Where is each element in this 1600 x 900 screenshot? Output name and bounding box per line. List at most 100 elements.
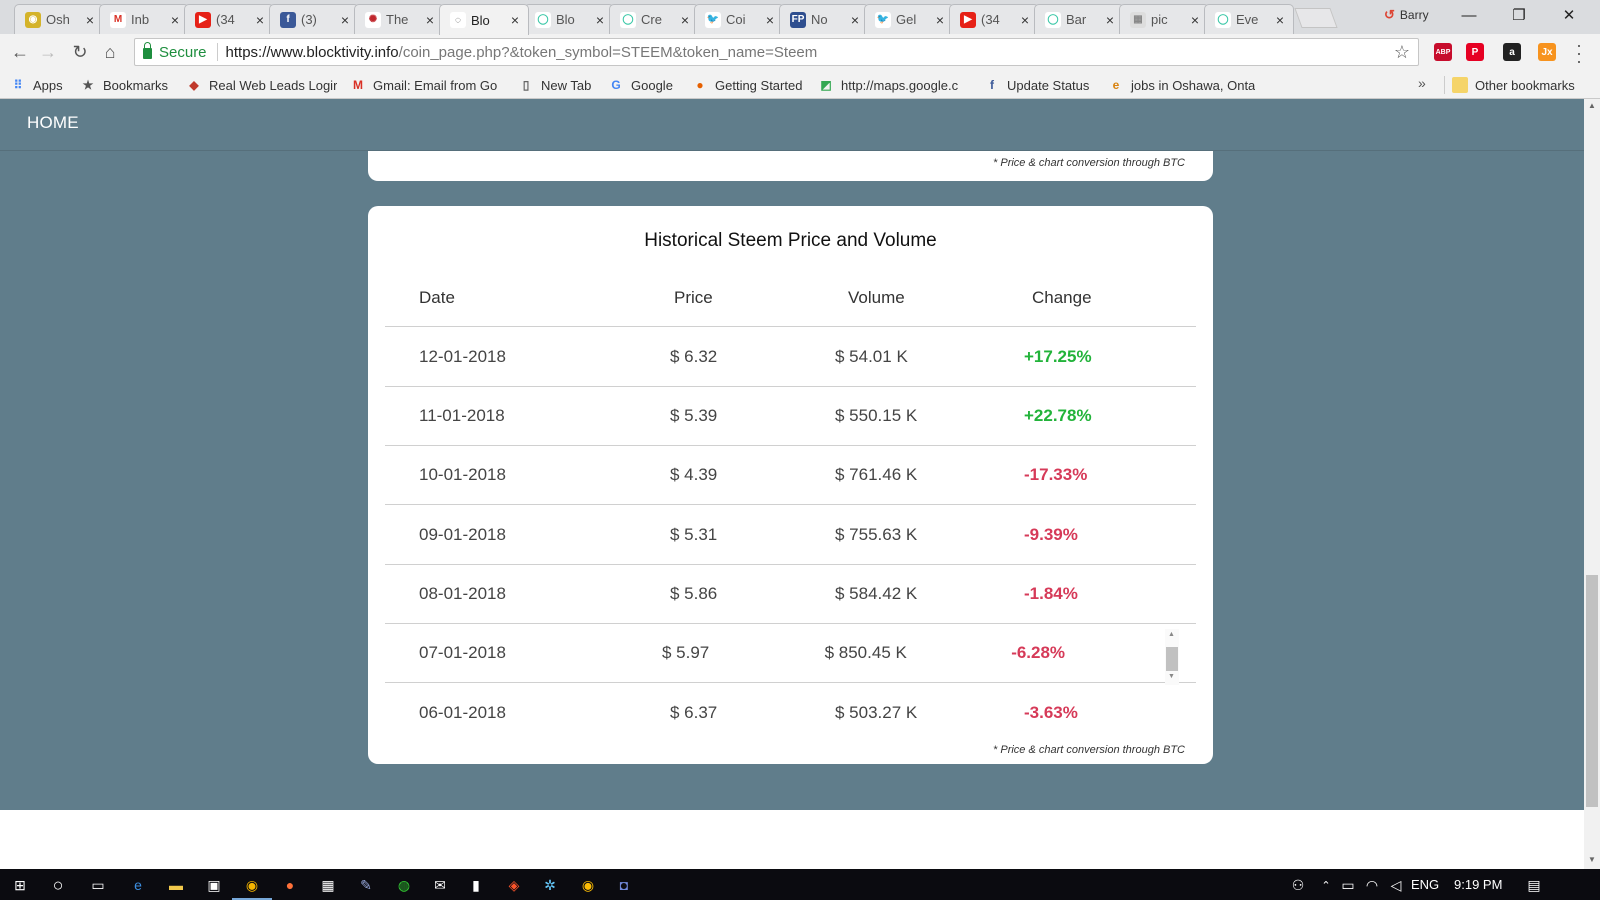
tab-title: Bar bbox=[1066, 12, 1087, 27]
browser-tab[interactable]: ▶ (34 × bbox=[184, 4, 274, 34]
bookmark-item[interactable]: ▯ New Tab bbox=[518, 75, 592, 95]
paint-icon[interactable]: ✎ bbox=[356, 875, 376, 895]
tab-favicon-icon: ✺ bbox=[365, 11, 381, 28]
system-clock[interactable]: 9:19 PM bbox=[1454, 877, 1502, 892]
reload-icon[interactable]: ↻ bbox=[68, 40, 92, 64]
file-explorer-icon[interactable]: ▬ bbox=[166, 875, 186, 895]
forward-icon[interactable]: → bbox=[36, 40, 60, 64]
back-icon[interactable]: ← bbox=[8, 40, 32, 64]
device-icon[interactable]: ▮ bbox=[466, 875, 486, 895]
bookmark-item[interactable]: ● Getting Started bbox=[692, 75, 802, 95]
tab-close-icon[interactable]: × bbox=[253, 12, 267, 28]
windows-start-icon[interactable]: ⊞ bbox=[10, 875, 30, 895]
page-scroll-down-icon[interactable]: ▼ bbox=[1588, 855, 1596, 864]
tab-close-icon[interactable]: × bbox=[1273, 12, 1287, 28]
browser-tab[interactable]: ◯ Bar × bbox=[1034, 4, 1124, 34]
browser-tab[interactable]: ◯ Blo × bbox=[524, 4, 614, 34]
table-scrollbar[interactable]: ▲ ▼ bbox=[1165, 629, 1179, 685]
page-scrollbar[interactable]: ▲ ▼ bbox=[1584, 99, 1600, 869]
browser-tab[interactable]: ◯ Eve × bbox=[1204, 4, 1294, 34]
browser-tab[interactable]: f (3) × bbox=[269, 4, 359, 34]
new-tab-button[interactable] bbox=[1294, 8, 1338, 28]
wifi-icon[interactable]: ◠ bbox=[1362, 875, 1382, 895]
scroll-down-icon[interactable]: ▼ bbox=[1168, 673, 1175, 680]
tab-close-icon[interactable]: × bbox=[678, 12, 692, 28]
bookmark-star-icon[interactable]: ☆ bbox=[1394, 42, 1410, 63]
amazon-icon[interactable]: a bbox=[1503, 43, 1521, 61]
tab-close-icon[interactable]: × bbox=[933, 12, 947, 28]
task-view-icon[interactable]: ▭ bbox=[88, 875, 108, 895]
tab-close-icon[interactable]: × bbox=[1018, 12, 1032, 28]
mail-icon[interactable]: ✉ bbox=[430, 875, 450, 895]
bookmark-item[interactable]: M Gmail: Email from Go bbox=[350, 75, 497, 95]
bookmark-item[interactable]: e jobs in Oshawa, Onta bbox=[1108, 75, 1256, 95]
table-row: 08-01-2018 $ 5.86 $ 584.42 K -1.84% bbox=[385, 564, 1196, 624]
bookmark-item[interactable]: ⠿ Apps bbox=[10, 75, 63, 95]
tab-close-icon[interactable]: × bbox=[83, 12, 97, 28]
bookmark-item[interactable]: ★ Bookmarks bbox=[80, 75, 168, 95]
tab-close-icon[interactable]: × bbox=[338, 12, 352, 28]
browser-tab[interactable]: FP No × bbox=[779, 4, 869, 34]
tab-close-icon[interactable]: × bbox=[508, 12, 522, 28]
brave-icon[interactable]: ◈ bbox=[504, 875, 524, 895]
browser-tab[interactable]: ◉ Osh × bbox=[14, 4, 104, 34]
calculator-icon[interactable]: ▦ bbox=[318, 875, 338, 895]
page-scroll-up-icon[interactable]: ▲ bbox=[1588, 101, 1596, 110]
bookmark-item[interactable]: f Update Status bbox=[984, 75, 1089, 95]
volume-icon[interactable]: ◁ bbox=[1386, 875, 1406, 895]
browser-tab[interactable]: M Inb × bbox=[99, 4, 189, 34]
history-title: Historical Steem Price and Volume bbox=[644, 230, 937, 251]
tray-chevron-icon[interactable]: ⌃ bbox=[1316, 875, 1336, 895]
chart-footnote: * Price & chart conversion through BTC bbox=[993, 157, 1185, 169]
edge-icon[interactable]: e bbox=[128, 875, 148, 895]
tab-close-icon[interactable]: × bbox=[423, 12, 437, 28]
page-scroll-thumb[interactable] bbox=[1586, 575, 1598, 807]
bookmark-item[interactable]: ◩ http://maps.google.c bbox=[818, 75, 958, 95]
window-close-icon[interactable]: ✕ bbox=[1546, 0, 1592, 30]
action-center-icon[interactable]: ▤ bbox=[1524, 875, 1544, 895]
tab-close-icon[interactable]: × bbox=[593, 12, 607, 28]
browser-tab[interactable]: ◯ Cre × bbox=[609, 4, 699, 34]
restore-icon[interactable]: ❐ bbox=[1496, 0, 1542, 30]
tab-title: Blo bbox=[556, 12, 575, 27]
people-icon[interactable]: ⚇ bbox=[1288, 875, 1308, 895]
bookmark-item[interactable]: G Google bbox=[608, 75, 673, 95]
chrome-canary-icon[interactable]: ◉ bbox=[578, 875, 598, 895]
battery-icon[interactable]: ▭ bbox=[1338, 875, 1358, 895]
nav-home-link[interactable]: HOME bbox=[27, 113, 79, 133]
browser-tab[interactable]: ▶ (34 × bbox=[949, 4, 1039, 34]
chrome-icon[interactable]: ◉ bbox=[242, 875, 262, 895]
cortana-icon[interactable]: ○ bbox=[48, 875, 68, 895]
pinterest-icon[interactable]: P bbox=[1466, 43, 1484, 61]
tab-close-icon[interactable]: × bbox=[848, 12, 862, 28]
browser-tab[interactable]: ◌ Blo × bbox=[439, 4, 529, 35]
jx-icon[interactable]: Jx bbox=[1538, 43, 1556, 61]
tab-close-icon[interactable]: × bbox=[1188, 12, 1202, 28]
minimize-icon[interactable]: — bbox=[1446, 0, 1492, 30]
scroll-thumb[interactable] bbox=[1166, 647, 1178, 671]
adblock-icon[interactable]: ABP bbox=[1434, 43, 1452, 61]
home-icon[interactable]: ⌂ bbox=[98, 40, 122, 64]
language-indicator[interactable]: ENG bbox=[1411, 877, 1439, 892]
bookmark-item[interactable]: ◆ Real Web Leads Logir bbox=[186, 75, 337, 95]
store-icon[interactable]: ▣ bbox=[204, 875, 224, 895]
tab-close-icon[interactable]: × bbox=[763, 12, 777, 28]
profile-button[interactable]: ↺ Barry bbox=[1384, 7, 1429, 23]
other-bookmarks[interactable]: Other bookmarks bbox=[1452, 75, 1575, 95]
browser-tab[interactable]: ▦ pic × bbox=[1119, 4, 1209, 34]
discord-icon[interactable]: ◘ bbox=[614, 875, 634, 895]
tab-close-icon[interactable]: × bbox=[1103, 12, 1117, 28]
browser-tab[interactable]: 🐦 Gel × bbox=[864, 4, 954, 34]
browser-menu-icon[interactable]: · · · bbox=[1574, 36, 1584, 70]
network-app-icon[interactable]: ✲ bbox=[540, 875, 560, 895]
scroll-up-icon[interactable]: ▲ bbox=[1168, 631, 1175, 638]
bookmarks-overflow-button[interactable]: » bbox=[1418, 75, 1426, 91]
bookmark-label: Getting Started bbox=[715, 77, 803, 93]
tab-close-icon[interactable]: × bbox=[168, 12, 182, 28]
browser-tab[interactable]: 🐦 Coi × bbox=[694, 4, 784, 34]
firefox-icon[interactable]: ● bbox=[280, 875, 300, 895]
browser-tab[interactable]: ✺ The × bbox=[354, 4, 444, 34]
xbox-icon[interactable]: ◍ bbox=[394, 875, 414, 895]
address-bar[interactable]: Secure https://www.blocktivity.info/coin… bbox=[134, 38, 1419, 66]
cell-volume: $ 761.46 K bbox=[835, 465, 918, 484]
